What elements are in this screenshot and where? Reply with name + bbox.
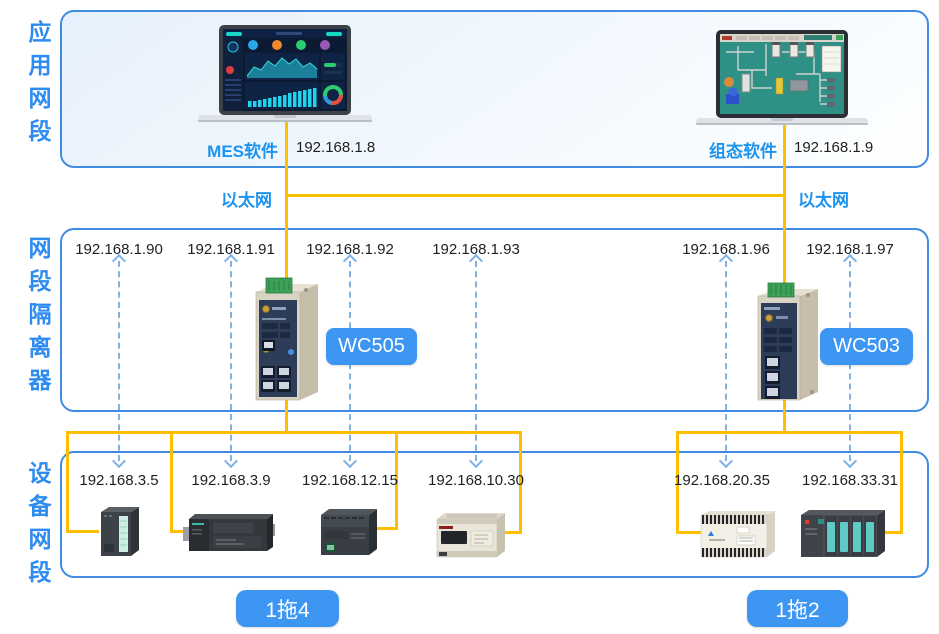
group2-drop2-line [900, 431, 903, 534]
device-ip-label: 192.168.3.9 [191, 472, 270, 489]
arrow-down-icon [469, 454, 483, 468]
isolation-arrow-5 [719, 256, 733, 466]
plc-siemens-sm-image [97, 504, 141, 560]
arrow-down-icon [224, 454, 238, 468]
scada-ip-label: 192.168.1.9 [794, 139, 873, 156]
group1-stub1-line [66, 530, 99, 533]
device-ip-label: 192.168.20.35 [674, 472, 770, 489]
group2-bus-line [676, 431, 903, 434]
wan-ip-label: 192.168.1.96 [682, 241, 770, 258]
arrow-down-icon [719, 454, 733, 468]
isolation-arrow-2 [224, 256, 238, 466]
plc-siemens-s71200-image [315, 505, 381, 557]
group2-ratio-badge: 1拖2 [747, 590, 848, 627]
group1-ratio-badge: 1拖4 [236, 590, 339, 627]
plc-delta-dvp-image [697, 507, 779, 561]
wc505-gateway-image [244, 274, 328, 408]
wc505-model-badge: WC505 [326, 328, 417, 365]
device-ip-label: 192.168.3.5 [79, 472, 158, 489]
device-ip-label: 192.168.10.30 [428, 472, 524, 489]
mes-ip-label: 192.168.1.8 [296, 139, 375, 156]
arrow-down-icon [343, 454, 357, 468]
ethernet-backbone-line [285, 194, 786, 197]
wc503-model-badge: WC503 [820, 328, 913, 365]
device-ip-label: 192.168.12.15 [302, 472, 398, 489]
network-topology-diagram: 应用网段 网段隔离器 设备网段 [0, 0, 939, 634]
plc-siemens-s7200-image [183, 509, 275, 555]
scada-laptop-image [696, 30, 868, 130]
mes-laptop-image [198, 25, 372, 127]
wan-ip-label: 192.168.1.97 [806, 241, 894, 258]
mes-software-label: MES软件 [170, 137, 278, 162]
wan-ip-label: 192.168.1.90 [75, 241, 163, 258]
isolation-arrow-1 [112, 256, 126, 466]
wc503-gateway-image [748, 280, 828, 408]
group1-drop2-line [170, 431, 173, 532]
group1-drop1-line [66, 431, 69, 532]
ethernet-label-left: 以太网 [180, 186, 272, 211]
wan-ip-label: 192.168.1.91 [187, 241, 275, 258]
isolation-arrow-4 [469, 256, 483, 466]
section-label-application: 应用网段 [25, 20, 51, 152]
arrow-down-icon [843, 454, 857, 468]
device-ip-label: 192.168.33.31 [802, 472, 898, 489]
section-label-device: 设备网段 [25, 461, 51, 593]
plc-mitsubishi-q-image [797, 507, 887, 559]
section-label-isolator: 网段隔离器 [25, 236, 51, 401]
wan-ip-label: 192.168.1.93 [432, 241, 520, 258]
arrow-down-icon [112, 454, 126, 468]
plc-mitsubishi-fx-image [433, 509, 509, 559]
scada-software-label: 组态软件 [669, 137, 777, 162]
group1-bus-line [66, 431, 522, 434]
ethernet-label-right: 以太网 [798, 186, 849, 211]
wan-ip-label: 192.168.1.92 [306, 241, 394, 258]
